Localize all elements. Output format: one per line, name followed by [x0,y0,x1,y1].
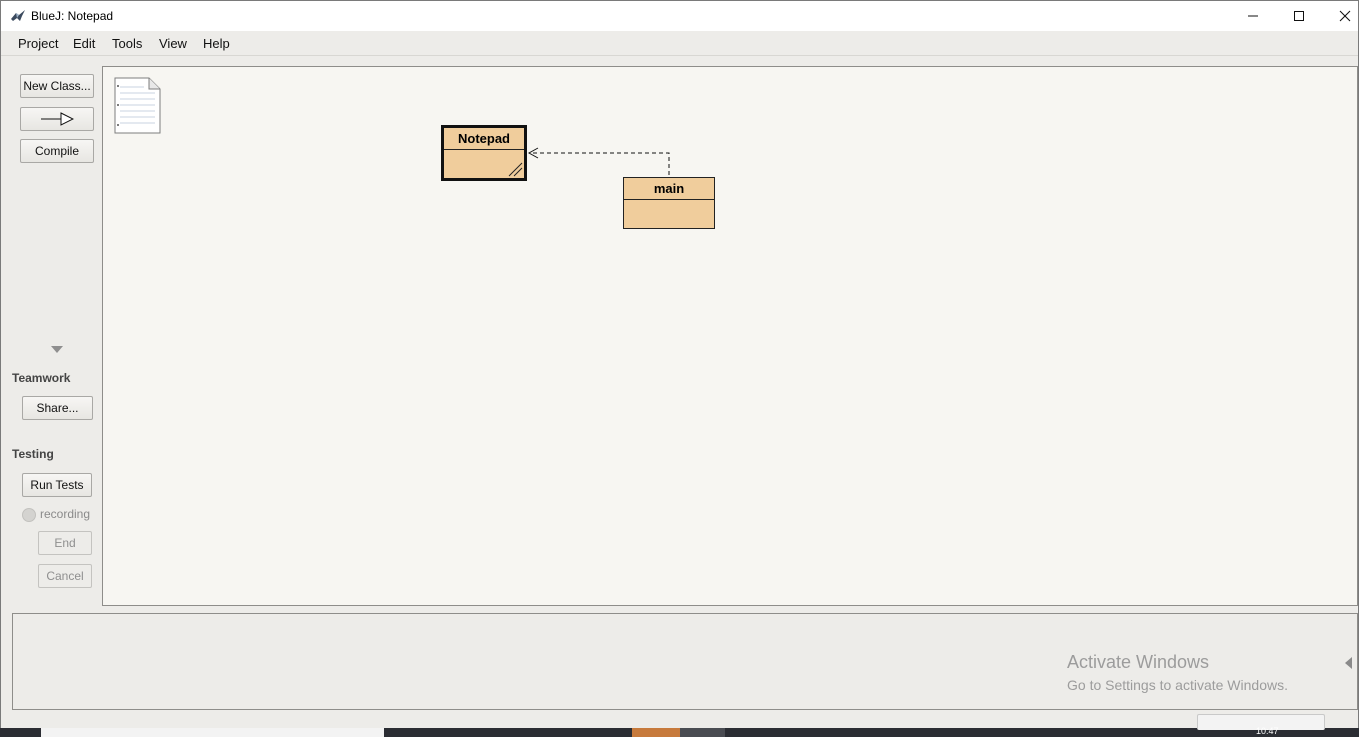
end-button[interactable]: End [38,531,92,555]
class-diagram-canvas[interactable]: Notepad main [102,66,1358,606]
activate-windows-subtitle: Go to Settings to activate Windows. [1067,677,1288,693]
uncompiled-hatch-icon [508,162,523,177]
expand-panel-icon[interactable] [1345,657,1352,669]
class-notepad-divider [444,149,524,150]
maximize-button[interactable] [1276,1,1322,31]
menu-help[interactable]: Help [203,36,230,51]
close-button[interactable] [1322,1,1359,31]
dependency-arrow [527,147,670,175]
run-tests-button[interactable]: Run Tests [22,473,92,497]
class-main-name: main [653,181,685,196]
close-icon [1339,10,1351,22]
menu-divider [1,55,1358,56]
activate-windows-title: Activate Windows [1067,652,1210,672]
add-dependency-arrow-button[interactable] [20,107,94,131]
maximize-icon [1294,11,1304,21]
class-notepad[interactable]: Notepad [441,125,527,181]
new-class-button[interactable]: New Class... [20,74,94,98]
share-button[interactable]: Share... [22,396,93,420]
menu-tools[interactable]: Tools [112,36,142,51]
recording-label: recording [40,507,91,521]
compile-button[interactable]: Compile [20,139,94,163]
testing-heading: Testing [12,447,54,461]
title-bar: BlueJ: Notepad [0,0,1359,31]
bluej-bird-icon [11,10,25,21]
minimize-icon [1248,15,1258,17]
main-window: Project Edit Tools View Help New Class..… [0,31,1359,728]
taskbar-app-button[interactable] [632,728,680,737]
taskbar-search-box[interactable] [41,728,384,737]
taskbar-app-button-2[interactable] [680,728,725,737]
windows-taskbar: 10:47 [0,714,1359,737]
class-main-divider [624,199,714,200]
minimize-button[interactable] [1230,1,1276,31]
teamwork-heading: Teamwork [12,371,71,385]
dependency-arrow-icon [41,112,74,126]
collapse-arrow-icon[interactable] [51,346,63,353]
status-message-area: Activate Windows Go to Settings to activ… [12,613,1358,710]
menu-bar: Project Edit Tools View Help [1,31,1358,56]
menu-edit[interactable]: Edit [73,36,95,51]
taskbar-clock: 10:47 [1256,726,1279,736]
cancel-button[interactable]: Cancel [38,564,92,588]
class-notepad-name: Notepad [458,131,510,146]
menu-view[interactable]: View [159,36,187,51]
readme-document-icon[interactable] [114,77,162,135]
class-main[interactable]: main [623,177,715,229]
window-title: BlueJ: Notepad [31,9,114,23]
recording-indicator-icon [22,508,36,522]
menu-project[interactable]: Project [18,36,58,51]
